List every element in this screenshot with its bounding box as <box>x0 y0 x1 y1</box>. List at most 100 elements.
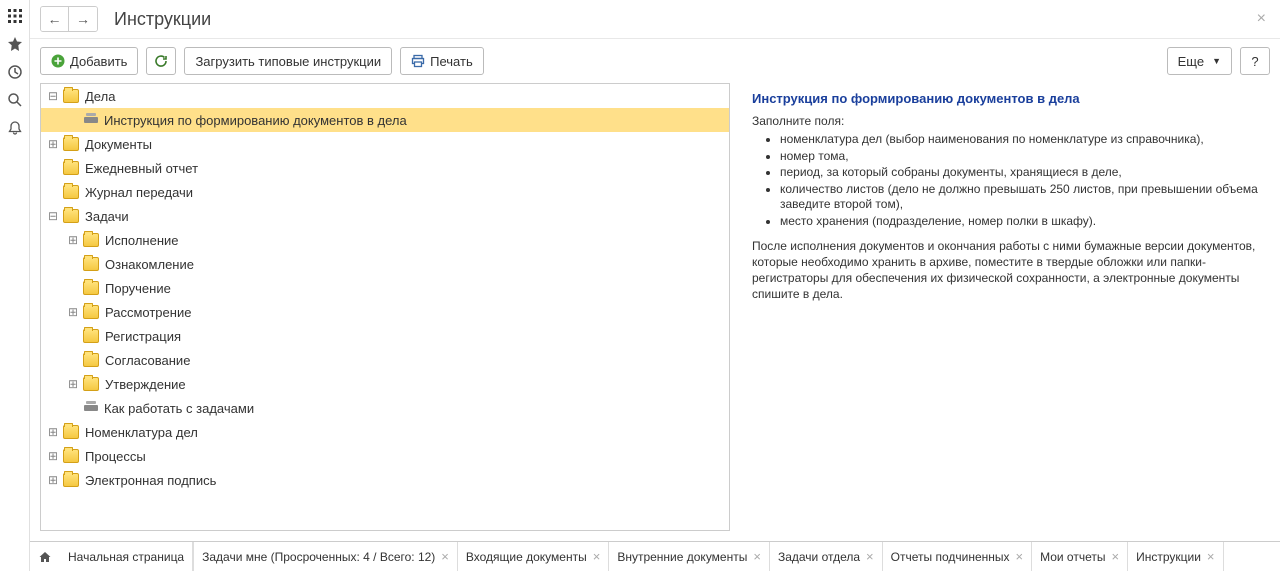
expand-icon[interactable]: ⊞ <box>67 378 79 390</box>
add-button[interactable]: Добавить <box>40 47 138 75</box>
search-icon[interactable] <box>7 92 23 108</box>
expand-icon[interactable]: ⊞ <box>47 426 59 438</box>
tree-row[interactable]: Как работать с задачами <box>41 396 729 420</box>
add-label: Добавить <box>70 54 127 69</box>
history-icon[interactable] <box>7 64 23 80</box>
tree-label: Согласование <box>105 353 190 368</box>
preview-bullet: место хранения (подразделение, номер пол… <box>780 214 1266 230</box>
folder-icon <box>63 161 79 175</box>
help-label: ? <box>1251 54 1258 69</box>
tree-row[interactable]: Ознакомление <box>41 252 729 276</box>
folder-icon <box>63 209 79 223</box>
refresh-button[interactable] <box>146 47 176 75</box>
load-typical-button[interactable]: Загрузить типовые инструкции <box>184 47 392 75</box>
tab[interactable]: Мои отчеты × <box>1032 542 1128 571</box>
tree-label: Исполнение <box>105 233 179 248</box>
tab[interactable]: Задачи мне (Просроченных: 4 / Всего: 12)… <box>193 542 458 571</box>
tree-label: Как работать с задачами <box>104 401 254 416</box>
preview-bullet: количество листов (дело не должно превыш… <box>780 182 1266 213</box>
collapse-icon[interactable]: ⊟ <box>47 210 59 222</box>
spacer-icon <box>67 114 79 126</box>
tab-close-icon[interactable]: × <box>593 549 601 564</box>
tree-label: Журнал передачи <box>85 185 193 200</box>
folder-icon <box>83 329 99 343</box>
tree-row[interactable]: Регистрация <box>41 324 729 348</box>
tab-label: Внутренние документы <box>617 550 747 564</box>
spacer-icon <box>47 186 59 198</box>
tree-row[interactable]: ⊞Рассмотрение <box>41 300 729 324</box>
folder-icon <box>83 281 99 295</box>
tab-close-icon[interactable]: × <box>866 549 874 564</box>
tab-close-icon[interactable]: × <box>1016 549 1024 564</box>
tree-row[interactable]: Инструкция по формированию документов в … <box>41 108 729 132</box>
document-icon <box>84 405 98 411</box>
spacer-icon <box>67 354 79 366</box>
tree-label: Документы <box>85 137 152 152</box>
tree-row[interactable]: ⊞ Исполнение <box>41 228 729 252</box>
tree-row[interactable]: ⊟Задачи <box>41 204 729 228</box>
folder-icon <box>63 473 79 487</box>
bell-icon[interactable] <box>7 120 23 136</box>
document-icon <box>84 117 98 123</box>
folder-icon <box>63 185 79 199</box>
tree-row[interactable]: Поручение <box>41 276 729 300</box>
preview-bullet: номенклатура дел (выбор наименования по … <box>780 132 1266 148</box>
tree-label: Дела <box>85 89 115 104</box>
tab[interactable]: Инструкции× <box>1128 542 1223 571</box>
preview-bullet: период, за который собраны документы, хр… <box>780 165 1266 181</box>
header: ← → Инструкции × <box>30 0 1280 39</box>
more-label: Еще <box>1178 54 1204 69</box>
tab-close-icon[interactable]: × <box>441 549 449 564</box>
tree-label: Инструкция по формированию документов в … <box>104 113 407 128</box>
close-icon[interactable]: × <box>1253 10 1270 28</box>
expand-icon[interactable]: ⊞ <box>47 138 59 150</box>
tree-row[interactable]: ⊞ Документы <box>41 132 729 156</box>
tree-row[interactable]: ⊞Номенклатура дел <box>41 420 729 444</box>
preview-fill-label: Заполните поля: <box>752 114 1266 128</box>
print-button[interactable]: Печать <box>400 47 484 75</box>
preview-pane: Инструкция по формированию документов в … <box>748 83 1270 531</box>
tree-row[interactable]: Ежедневный отчет <box>41 156 729 180</box>
tree-row[interactable]: ⊞Утверждение <box>41 372 729 396</box>
tab-close-icon[interactable]: × <box>1112 549 1120 564</box>
tree-row[interactable]: ⊞Электронная подпись <box>41 468 729 492</box>
tab[interactable]: Входящие документы× <box>458 542 609 571</box>
folder-icon <box>63 425 79 439</box>
tree-label: Ежедневный отчет <box>85 161 198 176</box>
preview-bullets: номенклатура дел (выбор наименования по … <box>752 132 1266 230</box>
tab-label: Задачи мне (Просроченных: 4 / Всего: 12) <box>202 550 435 564</box>
expand-icon[interactable]: ⊞ <box>47 450 59 462</box>
tab-start[interactable]: Начальная страница <box>60 542 193 571</box>
tree-label: Процессы <box>85 449 146 464</box>
preview-title: Инструкция по формированию документов в … <box>752 91 1266 106</box>
tab[interactable]: Отчеты подчиненных × <box>883 542 1032 571</box>
tree-row[interactable]: ⊟ Дела <box>41 84 729 108</box>
tab-close-icon[interactable]: × <box>753 549 761 564</box>
forward-button[interactable]: → <box>69 7 97 31</box>
star-icon[interactable] <box>7 36 23 52</box>
preview-note: После исполнения документов и окончания … <box>752 238 1266 303</box>
expand-icon[interactable]: ⊞ <box>67 234 79 246</box>
tab-label: Мои отчеты <box>1040 550 1105 564</box>
tab-close-icon[interactable]: × <box>1207 549 1215 564</box>
tree-row[interactable]: Согласование <box>41 348 729 372</box>
help-button[interactable]: ? <box>1240 47 1270 75</box>
folder-icon <box>83 353 99 367</box>
folder-icon <box>83 377 99 391</box>
more-button[interactable]: Еще ▼ <box>1167 47 1232 75</box>
tree-row[interactable]: ⊞ Процессы <box>41 444 729 468</box>
tab[interactable]: Внутренние документы × <box>609 542 770 571</box>
tab-label: Задачи отдела <box>778 550 860 564</box>
folder-icon <box>63 137 79 151</box>
spacer-icon <box>67 258 79 270</box>
home-tab[interactable] <box>30 550 60 564</box>
tree-row[interactable]: Журнал передачи <box>41 180 729 204</box>
expand-icon[interactable]: ⊞ <box>47 474 59 486</box>
collapse-icon[interactable]: ⊟ <box>47 90 59 102</box>
expand-icon[interactable]: ⊞ <box>67 306 79 318</box>
tab-label: Отчеты подчиненных <box>891 550 1010 564</box>
back-button[interactable]: ← <box>41 7 69 31</box>
apps-icon[interactable] <box>7 8 23 24</box>
tree-pane[interactable]: ⊟ Дела Инструкция по формированию документ… <box>40 83 730 531</box>
tab[interactable]: Задачи отдела × <box>770 542 883 571</box>
